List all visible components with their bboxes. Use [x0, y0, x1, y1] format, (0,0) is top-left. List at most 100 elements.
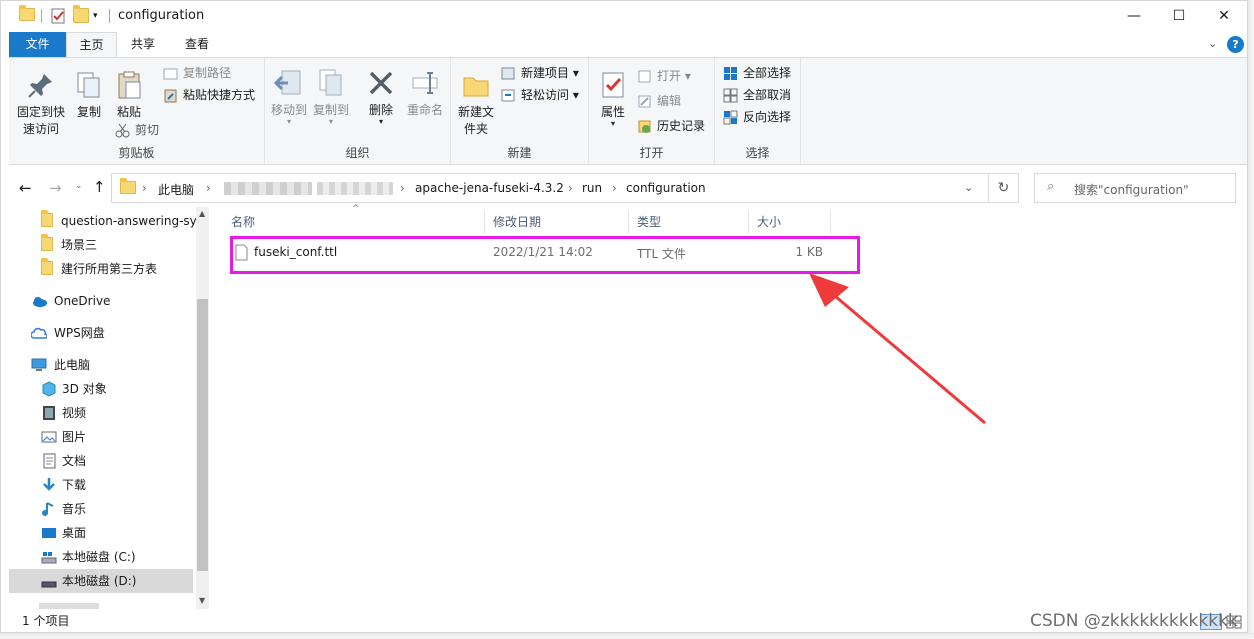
- copy-path-icon: [163, 66, 178, 81]
- maximize-button[interactable]: ☐: [1156, 1, 1202, 32]
- column-size[interactable]: 大小: [749, 210, 831, 234]
- copy-path-button[interactable]: 复制路径: [163, 63, 231, 83]
- desktop-icon: [41, 525, 57, 541]
- nav-item[interactable]: 下载: [9, 473, 203, 497]
- redacted-path-segment: [317, 182, 393, 195]
- search-input[interactable]: ⌕ 搜索"configuration": [1034, 173, 1236, 203]
- move-to-icon: [274, 68, 304, 98]
- paste-icon: [114, 70, 144, 100]
- tab-home[interactable]: 主页: [66, 32, 117, 57]
- column-type[interactable]: 类型: [629, 210, 749, 234]
- nav-item[interactable]: 建行所用第三方表: [9, 257, 203, 281]
- folder-icon: [120, 178, 136, 195]
- annotation-arrow: [809, 273, 986, 425]
- new-item-button[interactable]: 新建项目 ▾: [501, 63, 579, 83]
- nav-item-onedrive[interactable]: OneDrive: [9, 289, 203, 313]
- download-icon: [41, 477, 57, 493]
- nav-item[interactable]: 桌面: [9, 521, 203, 545]
- cloud-icon: [31, 325, 47, 341]
- paste-button[interactable]: 粘贴: [109, 70, 149, 121]
- properties-quick-icon[interactable]: [50, 8, 66, 24]
- select-all-icon: [723, 66, 738, 81]
- history-button[interactable]: 历史记录: [637, 116, 705, 136]
- tab-view[interactable]: 查看: [171, 32, 223, 57]
- select-none-button[interactable]: 全部取消: [723, 85, 791, 105]
- delete-button[interactable]: 删除 ▾: [361, 68, 401, 126]
- folder-icon: [19, 5, 35, 24]
- tab-share[interactable]: 共享: [118, 32, 168, 57]
- breadcrumb[interactable]: run: [582, 181, 602, 195]
- pin-quick-access-button[interactable]: 固定到快速访问: [13, 70, 69, 138]
- history-icon: [637, 119, 652, 134]
- nav-item[interactable]: 3D 对象: [9, 377, 203, 401]
- ribbon-tabs: 文件 主页 共享 查看 ⌄ ?: [1, 32, 1247, 57]
- select-group: 全部选择 全部取消 反向选择 选择: [715, 58, 801, 164]
- nav-item-wps[interactable]: WPS网盘: [9, 321, 203, 345]
- new-folder-quick-icon[interactable]: [73, 5, 89, 24]
- invert-selection-button[interactable]: 反向选择: [723, 107, 791, 127]
- rename-button[interactable]: 重命名: [403, 68, 447, 119]
- navigation-pane: question-answering-sy 场景三 建行所用第三方表 OneDr…: [9, 207, 211, 609]
- nav-scrollbar[interactable]: ▲ ▼: [196, 207, 209, 609]
- address-bar[interactable]: › 此电脑 › › apache-jena-fuseki-4.3.2 › run…: [111, 173, 989, 203]
- minimize-button[interactable]: —: [1111, 1, 1157, 32]
- column-name[interactable]: 名称: [223, 210, 485, 234]
- nav-item[interactable]: 文档: [9, 449, 203, 473]
- select-all-button[interactable]: 全部选择: [723, 63, 791, 83]
- chevron-down-icon[interactable]: ⌄: [964, 181, 973, 194]
- paste-shortcut-button[interactable]: 粘贴快捷方式: [163, 85, 255, 105]
- nav-item[interactable]: 视频: [9, 401, 203, 425]
- refresh-icon[interactable]: ↻: [989, 173, 1019, 203]
- forward-arrow-icon[interactable]: →: [49, 179, 62, 197]
- drive-c-icon: [41, 549, 57, 565]
- easy-access-icon: [501, 88, 516, 103]
- nav-item[interactable]: 音乐: [9, 497, 203, 521]
- breadcrumb[interactable]: configuration: [626, 181, 706, 195]
- edit-icon: [637, 94, 652, 109]
- nav-item[interactable]: 场景三: [9, 233, 203, 257]
- scroll-down-icon[interactable]: ▼: [199, 596, 205, 605]
- cut-button[interactable]: 剪切: [115, 120, 159, 140]
- nav-item[interactable]: 本地磁盘 (C:): [9, 545, 203, 569]
- easy-access-button[interactable]: 轻松访问 ▾: [501, 85, 579, 105]
- nav-item-this-pc[interactable]: 此电脑: [9, 353, 203, 377]
- scroll-up-icon[interactable]: ▲: [199, 209, 205, 218]
- expand-ribbon-icon[interactable]: ⌄: [1208, 37, 1217, 50]
- search-icon: ⌕: [1047, 179, 1055, 194]
- clipboard-group-label: 剪贴板: [118, 146, 155, 160]
- quick-access-dropdown-icon[interactable]: ▾: [93, 11, 109, 27]
- nav-item[interactable]: 图片: [9, 425, 203, 449]
- tab-file[interactable]: 文件: [9, 32, 66, 57]
- copy-to-button[interactable]: 复制到 ▾: [311, 68, 351, 126]
- open-button[interactable]: 打开 ▾: [637, 66, 691, 86]
- column-modified[interactable]: 修改日期: [485, 210, 629, 234]
- back-arrow-icon[interactable]: ←: [19, 179, 32, 197]
- ribbon: 固定到快速访问 复制 粘贴 复制路径 粘贴快捷方式 剪切 剪贴板 移动到 ▾ 复…: [9, 57, 1247, 165]
- up-arrow-icon[interactable]: ↑: [93, 178, 106, 196]
- explorer-window: ▾ configuration — ☐ ✕ 文件 主页 共享 查看 ⌄ ? 固定…: [0, 0, 1248, 633]
- new-group-label: 新建: [507, 146, 532, 160]
- folder-icon: [41, 234, 57, 253]
- new-group: 新建文件夹 新建项目 ▾ 轻松访问 ▾ 新建: [451, 58, 589, 164]
- address-row: ← → ⌄ ↑ › 此电脑 › › apache-jena-fuseki-4.3…: [9, 173, 1247, 203]
- recent-locations-icon[interactable]: ⌄: [75, 181, 83, 191]
- move-to-button[interactable]: 移动到 ▾: [269, 68, 309, 126]
- open-icon: [637, 69, 652, 84]
- window-title: configuration: [118, 8, 205, 23]
- new-folder-icon: [461, 70, 491, 100]
- help-icon[interactable]: ?: [1227, 36, 1244, 53]
- copy-button[interactable]: 复制: [69, 70, 109, 121]
- breadcrumb[interactable]: apache-jena-fuseki-4.3.2: [415, 181, 564, 195]
- breadcrumb[interactable]: 此电脑: [158, 181, 194, 198]
- paste-shortcut-icon: [163, 88, 178, 103]
- open-group-label: 打开: [639, 146, 664, 160]
- nav-item-selected[interactable]: 本地磁盘 (D:): [9, 569, 193, 593]
- nav-item[interactable]: question-answering-sy: [9, 209, 203, 233]
- properties-button[interactable]: 属性 ▾: [593, 70, 633, 128]
- open-group: 属性 ▾ 打开 ▾ 编辑 历史记录 打开: [589, 58, 715, 164]
- new-folder-button[interactable]: 新建文件夹: [455, 70, 497, 138]
- pin-label: 固定到快速访问: [16, 105, 65, 136]
- edit-button[interactable]: 编辑: [637, 91, 681, 111]
- close-button[interactable]: ✕: [1201, 1, 1247, 32]
- scroll-thumb[interactable]: [197, 299, 208, 571]
